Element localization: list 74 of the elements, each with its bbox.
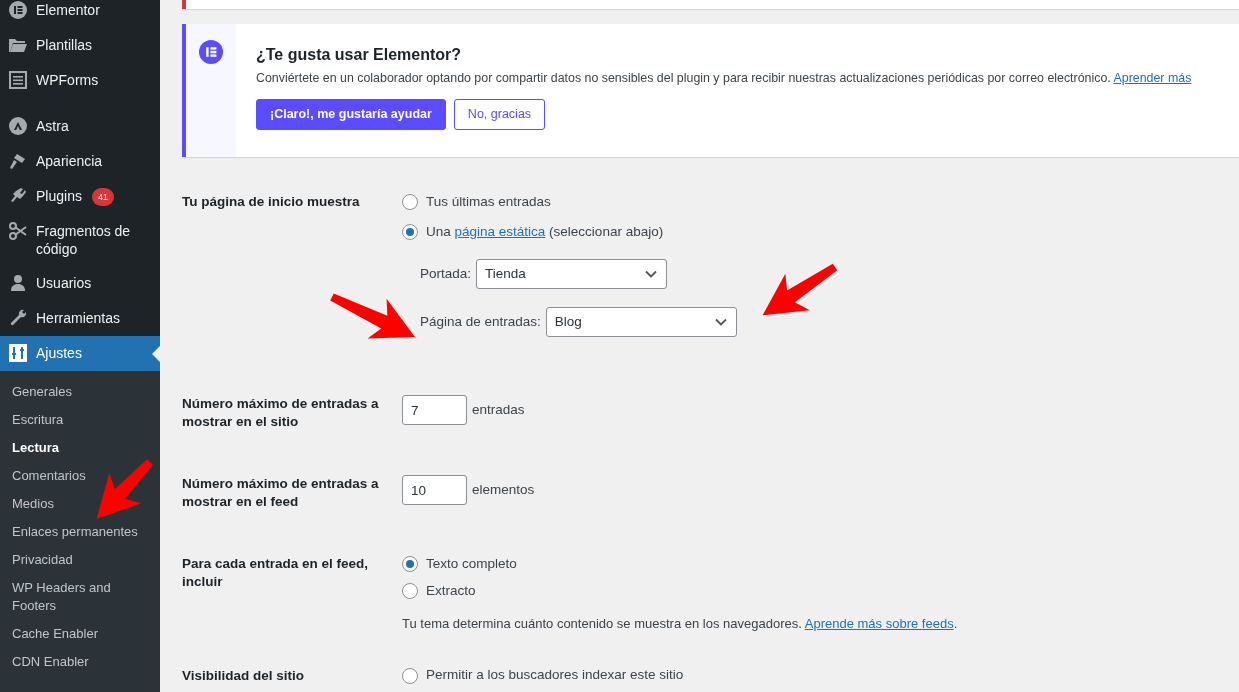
submenu-item[interactable]: Privacidad bbox=[0, 546, 160, 574]
radio-button[interactable] bbox=[402, 556, 418, 572]
page-dropdown[interactable]: Tienda bbox=[476, 259, 668, 289]
submenu-item[interactable]: Cache Enabler bbox=[0, 620, 160, 648]
submenu-item[interactable]: Lectura bbox=[0, 434, 160, 462]
menu-label: Plantillas bbox=[36, 36, 94, 54]
menu-item[interactable]: Plantillas bbox=[0, 28, 160, 63]
menu-item[interactable]: Usuarios bbox=[0, 266, 160, 301]
menu-label: Fragmentos de código bbox=[36, 222, 132, 258]
setting-label: Visibilidad del sitio bbox=[182, 666, 306, 685]
static-page-link[interactable]: página estática bbox=[454, 223, 546, 239]
annotation-arrow bbox=[96, 459, 153, 519]
submenu-item[interactable]: WP Headers and Footers bbox=[0, 574, 160, 620]
elementor-logo-icon bbox=[199, 40, 223, 64]
field-label: Página de entradas: bbox=[420, 312, 541, 331]
menu-label: Herramientas bbox=[36, 309, 122, 327]
count-badge: 41 bbox=[91, 187, 114, 206]
menu-item[interactable]: Astra bbox=[0, 109, 160, 144]
option-label: Permitir a los buscadores indexar este sitio bbox=[426, 666, 684, 685]
decline-button[interactable]: No, gracias bbox=[453, 99, 546, 130]
brush-icon bbox=[8, 151, 28, 171]
sliders-icon bbox=[8, 343, 28, 363]
user-icon bbox=[8, 273, 28, 293]
menu-item[interactable]: Herramientas bbox=[0, 301, 160, 336]
dropdown-value: Blog bbox=[554, 312, 582, 331]
menu-label: Elementor bbox=[36, 1, 101, 19]
menu-item[interactable]: Plugins 41 bbox=[0, 179, 160, 214]
feeds-link[interactable]: Aprende más sobre feeds bbox=[804, 616, 954, 631]
menu-item[interactable]: WPForms bbox=[0, 63, 160, 98]
submenu-item[interactable]: Comentarios bbox=[0, 462, 160, 490]
wrench-icon bbox=[8, 308, 28, 328]
page-dropdown[interactable]: Blog bbox=[545, 307, 737, 337]
menu-item[interactable]: Elementor bbox=[0, 0, 160, 28]
setting-label: Tu página de inicio muestra bbox=[182, 193, 361, 211]
submenu-item[interactable]: Generales bbox=[0, 378, 160, 406]
submenu-item[interactable]: Escritura bbox=[0, 406, 160, 434]
setting-label: Número máximo de entradas a mostrar en el feed bbox=[182, 475, 380, 511]
submenu-item[interactable]: Enlaces permanentes bbox=[0, 518, 160, 546]
menu-label: Ajustes bbox=[36, 344, 83, 362]
radio-button[interactable] bbox=[402, 224, 418, 240]
menu-label: WPForms bbox=[36, 71, 100, 89]
setting-label: Para cada entrada en el feed, incluir bbox=[182, 555, 370, 591]
option-label: Una página estática (seleccionar abajo) bbox=[426, 222, 664, 241]
form-icon bbox=[8, 70, 28, 90]
option-label: Tus últimas entradas bbox=[426, 192, 551, 211]
menu-label: Apariencia bbox=[36, 152, 104, 170]
astra-logo-icon bbox=[8, 116, 28, 136]
option-label: Texto completo bbox=[426, 554, 517, 573]
menu-label: Usuarios bbox=[36, 274, 93, 292]
field-label: Portada: bbox=[420, 264, 472, 283]
submenu-item[interactable]: Medios bbox=[0, 490, 160, 518]
setting-label: Número máximo de entradas a mostrar en el sitio bbox=[182, 395, 380, 431]
menu-label: Astra bbox=[36, 117, 70, 135]
menu-label: Plugins bbox=[36, 187, 82, 205]
menu-item[interactable]: Apariencia bbox=[0, 144, 160, 179]
unit-label: elementos bbox=[472, 480, 535, 499]
submenu-item[interactable]: CDN Enabler bbox=[0, 648, 160, 676]
number-field[interactable]: 10 bbox=[402, 475, 467, 505]
notice-title: ¿Te gusta usar Elementor? bbox=[256, 45, 463, 65]
number-field[interactable]: 7 bbox=[402, 395, 467, 425]
radio-button[interactable] bbox=[402, 667, 418, 684]
scissors-icon bbox=[8, 221, 28, 241]
menu-item[interactable]: Fragmentos de código bbox=[0, 214, 160, 266]
unit-label: entradas bbox=[472, 400, 525, 419]
accept-button[interactable]: ¡Claro!, me gustaría ayudar bbox=[256, 99, 446, 130]
radio-button[interactable] bbox=[402, 583, 418, 599]
notice-text: Conviértete en un colaborador optando por compartir datos no sensibles del plugin y para recibir nuestras actualizaciones periódicas por correo electrónico. Aprender más bbox=[256, 70, 1192, 87]
learn-more-link[interactable]: Aprender más bbox=[1113, 71, 1192, 85]
menu-pointer bbox=[152, 345, 160, 362]
description-text: Tu tema determina cuánto contenido se muestra en los navegadores. Aprende más sobre feeds. bbox=[402, 615, 958, 633]
dropdown-value: Tienda bbox=[485, 264, 526, 283]
menu-item[interactable]: Ajustes bbox=[0, 336, 160, 371]
option-label: Extracto bbox=[426, 581, 476, 600]
radio-button[interactable] bbox=[402, 194, 418, 210]
